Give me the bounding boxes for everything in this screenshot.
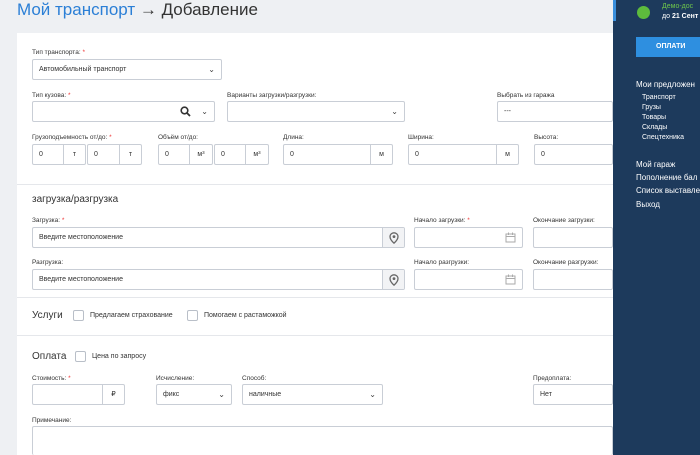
- page: Мой транспорт → Добавление Тип транспорт…: [0, 0, 700, 455]
- height-label: Высота:: [534, 134, 559, 141]
- location-pin-icon[interactable]: [382, 228, 404, 247]
- insurance-label: Предлагаем страхование: [90, 312, 173, 319]
- loading-location-input[interactable]: Введите местоположение: [32, 227, 405, 248]
- note-textarea[interactable]: [32, 426, 613, 455]
- unloading-label: Разгрузка:: [32, 259, 64, 266]
- payment-title: Оплата: [32, 351, 67, 362]
- pay-button[interactable]: ОПЛАТИ: [636, 37, 700, 57]
- loading-location-placeholder: Введите местоположение: [39, 234, 123, 241]
- services-title: Услуги: [32, 310, 63, 321]
- prepayment-select[interactable]: Нет: [533, 384, 613, 405]
- demo-title: Демо-дос: [662, 3, 694, 10]
- sidebar-item-warehouses[interactable]: Склады: [642, 124, 667, 131]
- loading-variants-select[interactable]: ⌄: [227, 101, 405, 122]
- chevron-down-icon: ⌄: [391, 107, 398, 116]
- calendar-icon[interactable]: [505, 232, 516, 243]
- transport-type-label: Тип транспорта: *: [32, 49, 85, 56]
- sidebar-item-logout[interactable]: Выход: [636, 200, 660, 209]
- chevron-down-icon: ⌄: [369, 390, 376, 399]
- chevron-down-icon: ⌄: [201, 107, 208, 116]
- volume-from-unit: м³: [189, 145, 212, 164]
- width-label: Ширина:: [408, 134, 434, 141]
- volume-to-input[interactable]: 0 м³: [214, 144, 269, 165]
- calculation-label: Исчисление:: [156, 375, 195, 382]
- divider: [17, 335, 613, 336]
- length-input[interactable]: 0м: [283, 144, 393, 165]
- capacity-to-unit: т: [119, 145, 141, 164]
- location-pin-icon[interactable]: [382, 270, 404, 289]
- unloading-location-input[interactable]: Введите местоположение: [32, 269, 405, 290]
- prepayment-value: Нет: [540, 391, 552, 398]
- sidebar-item-cargo[interactable]: Грузы: [642, 104, 661, 111]
- width-input[interactable]: 0м: [408, 144, 519, 165]
- transport-type-value: Автомобильный транспорт: [39, 66, 127, 73]
- method-label: Способ:: [242, 375, 267, 382]
- unloading-end-label: Окончание разгрузки:: [533, 259, 599, 266]
- method-value: наличные: [249, 391, 282, 398]
- unloading-start-date-input[interactable]: [414, 269, 523, 290]
- sidebar: Демо-дос до 21 Сент ОПЛАТИ Мои предложен…: [613, 0, 700, 455]
- status-badge: [637, 6, 650, 19]
- transport-type-select[interactable]: Автомобильный транспорт ⌄: [32, 59, 222, 80]
- divider: [17, 297, 613, 298]
- cost-label: Стоимость: *: [32, 375, 71, 382]
- note-label: Примечание:: [32, 417, 72, 424]
- page-title: Мой транспорт → Добавление: [17, 0, 258, 24]
- currency-unit: ₽: [102, 385, 124, 404]
- unloading-location-placeholder: Введите местоположение: [39, 276, 123, 283]
- chevron-down-icon: ⌄: [218, 390, 225, 399]
- body-type-select[interactable]: ⌄: [32, 101, 215, 122]
- height-input[interactable]: 0: [534, 144, 613, 165]
- sidebar-item-invoices-list[interactable]: Список выставле: [636, 186, 700, 195]
- sidebar-item-goods[interactable]: Товары: [642, 114, 666, 121]
- volume-label: Объём от/до:: [158, 134, 198, 141]
- loading-label: Загрузка: *: [32, 217, 65, 224]
- capacity-from-input[interactable]: 0т: [32, 144, 86, 165]
- calendar-icon[interactable]: [505, 274, 516, 285]
- breadcrumb-my-transport-link[interactable]: Мой транспорт: [17, 0, 135, 19]
- unloading-start-label: Начало разгрузки:: [414, 259, 470, 266]
- capacity-from-unit: т: [63, 145, 85, 164]
- prepayment-label: Предоплата:: [533, 375, 572, 382]
- loading-start-date-input[interactable]: [414, 227, 523, 248]
- sidebar-accent: [613, 0, 616, 21]
- customs-checkbox[interactable]: [187, 310, 198, 321]
- demo-until: до 21 Сент: [662, 13, 699, 20]
- add-transport-form: Тип транспорта: * Автомобильный транспор…: [17, 33, 613, 455]
- loading-section-title: загрузка/разгрузка: [32, 194, 119, 205]
- garage-value: ---: [504, 108, 511, 115]
- cost-input[interactable]: ₽: [32, 384, 125, 405]
- calculation-select[interactable]: фикс ⌄: [156, 384, 232, 405]
- search-icon[interactable]: [180, 106, 191, 117]
- chevron-down-icon: ⌄: [208, 65, 215, 74]
- breadcrumb-current: → Добавление: [139, 0, 258, 19]
- length-label: Длина:: [283, 134, 304, 141]
- capacity-to-input[interactable]: 0т: [87, 144, 142, 165]
- method-select[interactable]: наличные ⌄: [242, 384, 383, 405]
- loading-end-label: Окончание загрузки:: [533, 217, 595, 224]
- insurance-checkbox[interactable]: [73, 310, 84, 321]
- loading-start-label: Начало загрузки: *: [414, 217, 470, 224]
- offers-title: Мои предложен: [636, 80, 695, 89]
- sidebar-item-my-garage[interactable]: Мой гараж: [636, 160, 675, 169]
- sidebar-item-special-equipment[interactable]: Спецтехника: [642, 134, 684, 141]
- divider: [17, 184, 613, 185]
- width-unit: м: [496, 145, 518, 164]
- calculation-value: фикс: [163, 391, 180, 398]
- sidebar-item-top-up-balance[interactable]: Пополнение бал: [636, 173, 697, 182]
- length-unit: м: [370, 145, 392, 164]
- unloading-end-date-input[interactable]: [533, 269, 613, 290]
- price-on-request-label: Цена по запросу: [92, 353, 147, 360]
- volume-from-input[interactable]: 0 м³: [158, 144, 213, 165]
- price-on-request-checkbox[interactable]: [75, 351, 86, 362]
- capacity-label: Грузоподъемность от/до: *: [32, 134, 112, 141]
- loading-variants-label: Варианты загрузки/разгрузки:: [227, 92, 317, 99]
- loading-end-date-input[interactable]: [533, 227, 613, 248]
- garage-select[interactable]: ---: [497, 101, 613, 122]
- volume-to-unit: м³: [245, 145, 268, 164]
- customs-label: Помогаем с растаможкой: [204, 312, 287, 319]
- garage-label: Выбрать из гаража: [497, 92, 555, 99]
- sidebar-item-transport[interactable]: Транспорт: [642, 94, 676, 101]
- body-type-label: Тип кузова: *: [32, 92, 71, 99]
